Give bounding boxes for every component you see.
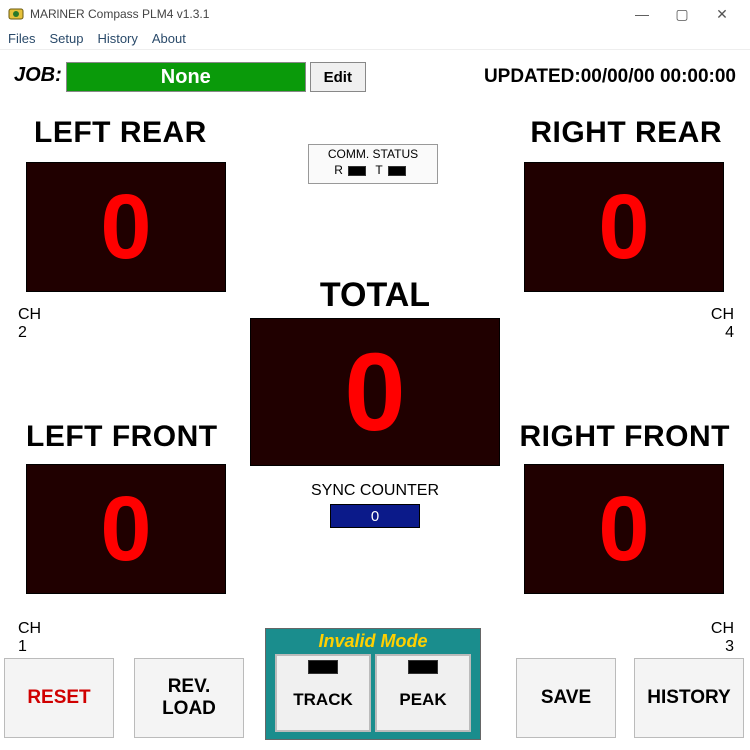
total-lcd: 0	[250, 318, 500, 466]
edit-button[interactable]: Edit	[310, 62, 366, 92]
peak-label: PEAK	[399, 690, 446, 710]
comm-r-label: R	[334, 163, 343, 177]
track-label: TRACK	[293, 690, 353, 710]
save-button[interactable]: SAVE	[516, 658, 616, 738]
track-lamp-icon	[308, 660, 338, 674]
left-front-label: LEFT FRONT	[26, 420, 218, 454]
updated-label: UPDATED:	[484, 66, 581, 88]
menu-setup[interactable]: Setup	[49, 31, 83, 46]
menu-history[interactable]: History	[97, 31, 137, 46]
menu-about[interactable]: About	[152, 31, 186, 46]
sync-value: 0	[330, 504, 420, 528]
sync-counter: SYNC COUNTER 0	[0, 482, 750, 528]
peak-button[interactable]: PEAK	[375, 654, 471, 732]
left-rear-lcd: 0	[26, 162, 226, 292]
ch-num: 3	[725, 638, 734, 655]
comm-r-indicator	[348, 166, 366, 176]
history-button[interactable]: HISTORY	[634, 658, 744, 738]
sync-label: SYNC COUNTER	[0, 482, 750, 500]
ch-num: 1	[18, 638, 27, 655]
titlebar: MARlNER Compass PLM4 v1.3.1 — ▢ ✕	[0, 0, 750, 28]
mode-box: Invalid Mode TRACK PEAK	[265, 628, 481, 740]
total-label: TOTAL	[0, 276, 750, 315]
job-field[interactable]: None	[66, 62, 306, 92]
app-icon	[8, 6, 24, 22]
right-front-ch: CH 3	[711, 620, 734, 656]
minimize-button[interactable]: —	[622, 2, 662, 26]
left-rear-label: LEFT REAR	[34, 116, 207, 150]
window-title: MARlNER Compass PLM4 v1.3.1	[30, 7, 622, 21]
content-area: JOB: None Edit UPDATED:00/00/00 00:00:00…	[0, 50, 750, 750]
mode-header: Invalid Mode	[266, 629, 480, 652]
job-row: JOB: None Edit UPDATED:00/00/00 00:00:00	[14, 62, 736, 92]
updated-value: 00/00/00 00:00:00	[581, 66, 736, 88]
track-button[interactable]: TRACK	[275, 654, 371, 732]
reset-button[interactable]: RESET	[4, 658, 114, 738]
right-rear-lcd: 0	[524, 162, 724, 292]
menubar: Files Setup History About	[0, 28, 750, 50]
menu-files[interactable]: Files	[8, 31, 35, 46]
peak-lamp-icon	[408, 660, 438, 674]
close-button[interactable]: ✕	[702, 2, 742, 26]
maximize-button[interactable]: ▢	[662, 2, 702, 26]
comm-status-box: COMM. STATUS R T	[308, 144, 438, 184]
job-label: JOB:	[14, 62, 66, 92]
rev-load-button[interactable]: REV. LOAD	[134, 658, 244, 738]
ch-num: 4	[725, 324, 734, 341]
comm-t-label: T	[375, 163, 382, 177]
right-front-label: RIGHT FRONT	[520, 420, 730, 454]
updated-readout: UPDATED:00/00/00 00:00:00	[484, 62, 736, 92]
ch-label: CH	[711, 620, 734, 637]
ch-label: CH	[18, 620, 41, 637]
ch-num: 2	[18, 324, 27, 341]
comm-t-indicator	[388, 166, 406, 176]
comm-title: COMM. STATUS	[309, 147, 437, 161]
left-front-ch: CH 1	[18, 620, 41, 656]
right-rear-label: RIGHT REAR	[530, 116, 722, 150]
